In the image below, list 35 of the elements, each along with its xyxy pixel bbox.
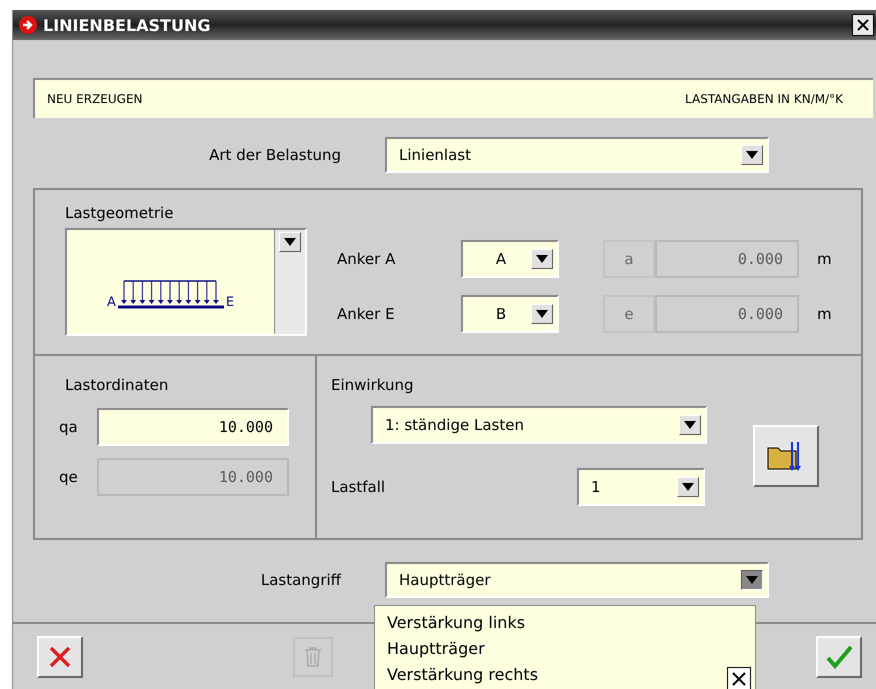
ordinate-field[interactable]: 10.000: [97, 408, 289, 446]
dropdown-option[interactable]: Verstärkung links: [387, 610, 755, 636]
section-title: Lastgeometrie: [65, 204, 174, 222]
mode-text: NEU ERZEUGEN: [47, 92, 143, 106]
window-title: LINIENBELASTUNG: [43, 16, 212, 34]
diagram-label: A: [106, 296, 116, 310]
dropdown-option[interactable]: Hauptträger: [387, 636, 755, 662]
load-application-dropdown[interactable]: Hauptträger: [385, 562, 769, 598]
action-dropdown[interactable]: 1: ständige Lasten: [371, 406, 707, 444]
field-label: Lastangriff: [260, 571, 342, 589]
anchor-label: Anker E: [337, 305, 396, 323]
unit-label: m: [817, 305, 832, 323]
close-icon[interactable]: [727, 667, 751, 689]
scrollbar[interactable]: [274, 230, 305, 334]
load-case-dropdown[interactable]: 1: [577, 468, 705, 506]
geometry-picker[interactable]: A E: [65, 228, 307, 336]
cancel-button[interactable]: [37, 636, 83, 678]
field-label: qe: [59, 468, 79, 486]
close-icon: [856, 18, 870, 32]
checkmark-icon: [825, 644, 853, 670]
section-title: Lastordinaten: [65, 376, 170, 394]
ok-button[interactable]: [816, 636, 862, 678]
dropdown-option[interactable]: Verstärkung rechts: [387, 662, 755, 688]
folder-button[interactable]: [753, 425, 819, 487]
section-title: Einwirkung: [331, 376, 415, 394]
field-label: Art der Belastung: [208, 146, 342, 164]
diagram-label: E: [226, 296, 234, 310]
close-button[interactable]: [852, 14, 874, 36]
anchor-label: Anker A: [337, 250, 396, 268]
trash-icon: [303, 646, 323, 668]
field-label: Lastfall: [331, 478, 386, 496]
load-type-dropdown[interactable]: Linienlast: [385, 137, 769, 173]
units-text: LASTANGABEN IN KN/M/°K: [685, 92, 843, 106]
field-label: qa: [59, 418, 79, 436]
unit-label: m: [817, 250, 832, 268]
